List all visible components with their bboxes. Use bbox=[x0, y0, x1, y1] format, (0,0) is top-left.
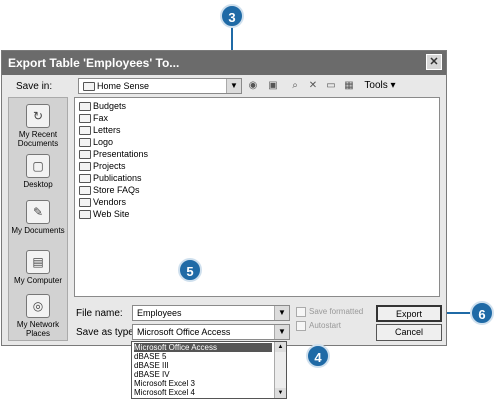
computer-icon: ▤ bbox=[26, 250, 50, 274]
chevron-down-icon[interactable]: ▼ bbox=[226, 79, 241, 93]
title-bar: Export Table 'Employees' To... ✕ bbox=[2, 51, 446, 75]
place-label: My Computer bbox=[13, 276, 62, 285]
up-folder-icon[interactable]: ▣ bbox=[266, 79, 280, 93]
list-item[interactable]: Projects bbox=[79, 160, 126, 172]
folder-label: Store FAQs bbox=[93, 185, 140, 195]
save-as-type-value: Microsoft Office Access bbox=[137, 327, 231, 337]
back-icon[interactable]: ◉ bbox=[246, 79, 260, 93]
folder-icon bbox=[79, 174, 91, 184]
place-label: My Recent Documents bbox=[17, 130, 59, 148]
list-item[interactable]: Publications bbox=[79, 172, 142, 184]
list-item[interactable]: Vendors bbox=[79, 196, 126, 208]
folder-label: Budgets bbox=[93, 101, 127, 111]
folder-label: Vendors bbox=[93, 197, 127, 207]
folder-icon bbox=[79, 162, 91, 172]
folder-label: Logo bbox=[93, 137, 114, 147]
folder-icon bbox=[79, 114, 91, 124]
dropdown-option[interactable]: Microsoft Excel 4 bbox=[134, 388, 272, 397]
export-button[interactable]: Export bbox=[376, 305, 442, 322]
folder-icon bbox=[79, 198, 91, 208]
list-item[interactable]: Presentations bbox=[79, 148, 148, 160]
file-name-value: Employees bbox=[137, 308, 182, 318]
callout-6: 6 bbox=[470, 301, 494, 325]
save-formatted-label: Save formatted bbox=[309, 307, 364, 317]
place-my-documents[interactable]: ✎ My Documents bbox=[9, 200, 67, 235]
chevron-down-icon[interactable]: ▼ bbox=[274, 325, 289, 339]
dropdown-option[interactable]: Microsoft Office Access bbox=[134, 343, 272, 352]
folder-label: Letters bbox=[93, 125, 121, 135]
recent-documents-icon: ↻ bbox=[26, 104, 50, 128]
file-name-field[interactable]: Employees ▼ bbox=[132, 305, 290, 321]
place-label: Desktop bbox=[23, 180, 53, 189]
dropdown-scrollbar[interactable]: ▲ ▼ bbox=[274, 342, 286, 398]
network-icon: ◎ bbox=[26, 294, 50, 318]
folder-icon bbox=[83, 82, 95, 92]
folder-icon bbox=[79, 186, 91, 196]
views-icon[interactable]: ▦ bbox=[342, 79, 356, 93]
scroll-down-icon[interactable]: ▼ bbox=[275, 388, 286, 398]
dialog-title: Export Table 'Employees' To... bbox=[8, 56, 180, 70]
autostart-checkbox[interactable]: Autostart bbox=[296, 321, 341, 331]
save-in-combo[interactable]: Home Sense ▼ bbox=[78, 78, 242, 94]
scroll-up-icon[interactable]: ▲ bbox=[275, 342, 286, 352]
folder-label: Presentations bbox=[93, 149, 149, 159]
folder-label: Web Site bbox=[93, 209, 130, 219]
save-in-label: Save in: bbox=[16, 81, 53, 92]
documents-icon: ✎ bbox=[26, 200, 50, 224]
folder-icon bbox=[79, 210, 91, 220]
folder-icon bbox=[79, 150, 91, 160]
autostart-label: Autostart bbox=[309, 321, 342, 331]
list-item[interactable]: Logo bbox=[79, 136, 113, 148]
file-name-label: File name: bbox=[76, 308, 123, 319]
dropdown-option[interactable]: dBASE III bbox=[134, 361, 272, 370]
cancel-button[interactable]: Cancel bbox=[376, 324, 442, 341]
file-list[interactable]: Budgets Fax Letters Logo Presentations P… bbox=[74, 97, 440, 297]
place-label: My Documents bbox=[11, 226, 65, 235]
tools-menu[interactable]: Tools ▾ bbox=[360, 79, 400, 93]
delete-icon[interactable]: ✕ bbox=[306, 79, 320, 93]
dropdown-option[interactable]: Microsoft Excel 3 bbox=[134, 379, 272, 388]
save-as-type-select[interactable]: Microsoft Office Access ▼ bbox=[132, 324, 290, 340]
save-in-value: Home Sense bbox=[97, 81, 150, 91]
save-as-type-dropdown[interactable]: Microsoft Office Access dBASE 5 dBASE II… bbox=[131, 341, 287, 399]
callout-4: 4 bbox=[306, 344, 330, 368]
place-my-network-places[interactable]: ◎ My Network Places bbox=[9, 294, 67, 338]
close-button[interactable]: ✕ bbox=[426, 54, 442, 70]
folder-label: Fax bbox=[93, 113, 109, 123]
place-my-computer[interactable]: ▤ My Computer bbox=[9, 250, 67, 285]
list-item[interactable]: Budgets bbox=[79, 100, 126, 112]
folder-icon bbox=[79, 126, 91, 136]
save-formatted-checkbox[interactable]: Save formatted bbox=[296, 307, 363, 317]
dropdown-option[interactable]: dBASE 5 bbox=[134, 352, 272, 361]
folder-icon bbox=[79, 102, 91, 112]
desktop-icon: ▢ bbox=[26, 154, 50, 178]
list-item[interactable]: Web Site bbox=[79, 208, 129, 220]
save-as-type-label: Save as type: bbox=[76, 327, 137, 338]
folder-icon bbox=[79, 138, 91, 148]
place-desktop[interactable]: ▢ Desktop bbox=[9, 154, 67, 189]
place-my-recent-documents[interactable]: ↻ My Recent Documents bbox=[9, 104, 67, 148]
list-item[interactable]: Store FAQs bbox=[79, 184, 140, 196]
list-item[interactable]: Letters bbox=[79, 124, 121, 136]
folder-label: Publications bbox=[93, 173, 142, 183]
list-item[interactable]: Fax bbox=[79, 112, 108, 124]
checkbox-box bbox=[296, 321, 306, 331]
search-web-icon[interactable]: ⌕ bbox=[288, 79, 302, 93]
checkbox-box bbox=[296, 307, 306, 317]
new-folder-icon[interactable]: ▭ bbox=[324, 79, 338, 93]
callout-5: 5 bbox=[178, 258, 202, 282]
callout-3: 3 bbox=[220, 4, 244, 28]
folder-label: Projects bbox=[93, 161, 126, 171]
chevron-down-icon[interactable]: ▼ bbox=[274, 306, 289, 320]
place-label: My Network Places bbox=[16, 320, 60, 338]
export-dialog: Export Table 'Employees' To... ✕ Save in… bbox=[1, 50, 447, 346]
places-bar: ↻ My Recent Documents ▢ Desktop ✎ My Doc… bbox=[8, 97, 68, 341]
dropdown-option[interactable]: dBASE IV bbox=[134, 370, 272, 379]
